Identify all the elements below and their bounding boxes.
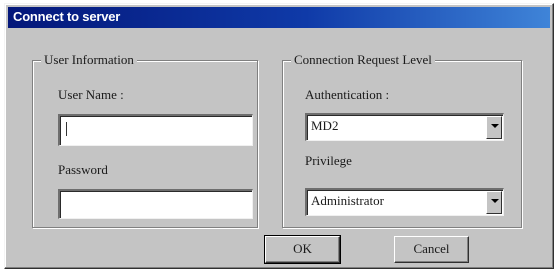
window-title: Connect to server [13, 9, 121, 24]
ok-button[interactable]: OK [264, 235, 341, 264]
username-input[interactable] [58, 114, 253, 146]
username-label: User Name : [58, 87, 124, 102]
password-label: Password [58, 162, 108, 177]
chevron-down-icon[interactable] [486, 116, 502, 139]
title-bar[interactable]: Connect to server [8, 7, 550, 28]
privilege-label: Privilege [305, 153, 352, 168]
authentication-value: MD2 [311, 118, 339, 133]
chevron-down-icon[interactable] [486, 191, 502, 214]
text-caret [66, 122, 67, 136]
password-input[interactable] [58, 189, 253, 219]
authentication-label: Authentication : [305, 87, 390, 102]
connect-dialog: Connect to server User Information User … [4, 3, 554, 269]
authentication-select[interactable]: MD2 [305, 113, 504, 141]
user-information-legend: User Information [41, 52, 137, 68]
privilege-value: Administrator [311, 193, 384, 208]
cancel-button[interactable]: Cancel [394, 236, 469, 263]
connection-request-level-legend: Connection Request Level [291, 52, 435, 68]
privilege-select[interactable]: Administrator [305, 188, 504, 216]
